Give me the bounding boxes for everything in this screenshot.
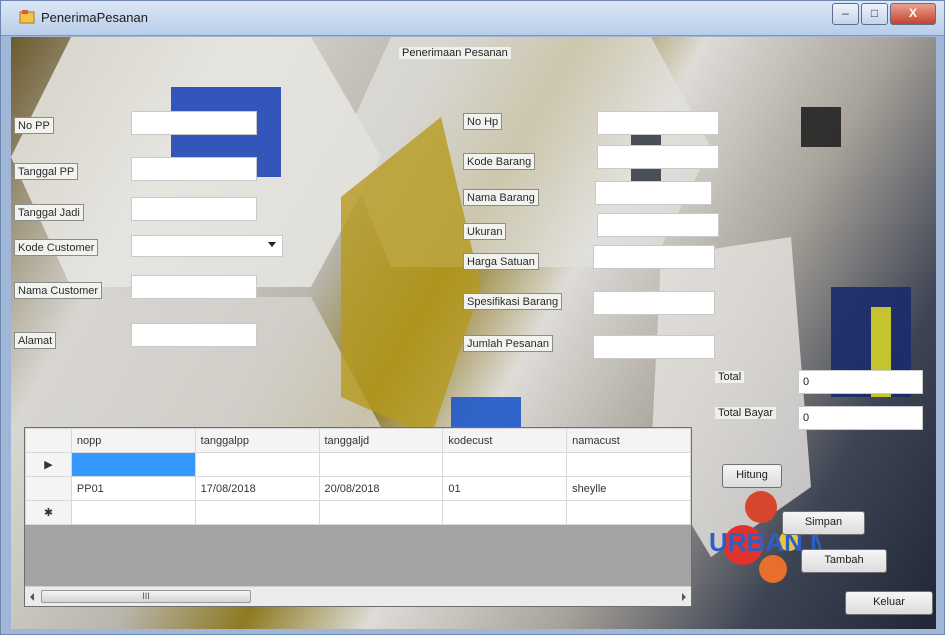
column-header[interactable]: namacust bbox=[566, 428, 691, 453]
grid-cell[interactable]: PP01 bbox=[70, 476, 196, 501]
form-caption: Penerimaan Pesanan bbox=[399, 47, 511, 59]
simpan-button[interactable]: Simpan bbox=[782, 511, 865, 535]
orders-data-grid[interactable]: nopp tanggalpp tanggaljd kodecust namacu… bbox=[24, 427, 692, 607]
table-row[interactable]: PP01 17/08/2018 20/08/2018 01 sheylle bbox=[25, 476, 691, 501]
tanggal-pp-input[interactable] bbox=[131, 157, 257, 181]
table-row[interactable]: ✱ bbox=[25, 500, 691, 525]
label-harga-satuan: Harga Satuan bbox=[463, 253, 539, 270]
grid-cell[interactable] bbox=[442, 500, 568, 525]
column-header[interactable]: tanggaljd bbox=[318, 428, 444, 453]
jumlah-pesanan-input[interactable] bbox=[593, 335, 715, 359]
horizontal-scrollbar[interactable]: III bbox=[25, 586, 691, 606]
label-no-hp: No Hp bbox=[463, 113, 503, 130]
grid-cell[interactable]: 17/08/2018 bbox=[194, 476, 320, 501]
orders-table: nopp tanggalpp tanggaljd kodecust namacu… bbox=[25, 428, 691, 525]
grid-cell[interactable] bbox=[194, 452, 320, 477]
alamat-input[interactable] bbox=[131, 323, 257, 347]
label-total: Total bbox=[715, 371, 745, 383]
grid-cell[interactable] bbox=[70, 452, 196, 477]
no-hp-input[interactable] bbox=[597, 111, 719, 135]
grid-cell[interactable] bbox=[318, 500, 444, 525]
column-header[interactable]: kodecust bbox=[442, 428, 568, 453]
harga-satuan-input[interactable] bbox=[593, 245, 715, 269]
column-header[interactable]: nopp bbox=[70, 428, 196, 453]
form-client-area: Penerimaan Pesanan No PP Tanggal PP Tang… bbox=[11, 37, 936, 629]
app-icon bbox=[19, 10, 35, 24]
label-total-bayar: Total Bayar bbox=[715, 407, 777, 419]
grid-cell[interactable] bbox=[442, 452, 568, 477]
window-title: PenerimaPesanan bbox=[41, 10, 148, 25]
urban-logo: URBAN MC bbox=[709, 491, 821, 583]
grid-cell[interactable] bbox=[566, 500, 691, 525]
scroll-right-arrow-icon[interactable] bbox=[682, 593, 686, 601]
label-jumlah-pesanan: Jumlah Pesanan bbox=[463, 335, 553, 352]
grid-cell[interactable]: sheylle bbox=[566, 476, 691, 501]
row-header[interactable] bbox=[25, 476, 72, 501]
nama-customer-input[interactable] bbox=[131, 275, 257, 299]
maximize-button[interactable]: □ bbox=[861, 3, 888, 25]
grid-cell[interactable] bbox=[566, 452, 691, 477]
scroll-left-arrow-icon[interactable] bbox=[30, 593, 34, 601]
label-kode-barang: Kode Barang bbox=[463, 153, 536, 170]
spesifikasi-barang-input[interactable] bbox=[593, 291, 715, 315]
total-bayar-input[interactable] bbox=[798, 406, 923, 430]
grid-cell[interactable]: 01 bbox=[442, 476, 568, 501]
label-tanggal-pp: Tanggal PP bbox=[14, 163, 79, 180]
close-button[interactable]: X bbox=[890, 3, 936, 25]
grid-cell[interactable]: 20/08/2018 bbox=[318, 476, 444, 501]
keluar-button[interactable]: Keluar bbox=[845, 591, 933, 615]
tanggal-jadi-input[interactable] bbox=[131, 197, 257, 221]
label-kode-customer: Kode Customer bbox=[14, 239, 99, 256]
title-bar[interactable]: PenerimaPesanan – □ X bbox=[1, 1, 944, 36]
new-row-asterisk-icon[interactable]: ✱ bbox=[25, 500, 72, 525]
app-window: PenerimaPesanan – □ X Penerimaan Pesanan… bbox=[0, 0, 945, 635]
label-nama-barang: Nama Barang bbox=[463, 189, 539, 206]
grid-header-row: nopp tanggalpp tanggaljd kodecust namacu… bbox=[25, 428, 691, 453]
total-input[interactable] bbox=[798, 370, 923, 394]
label-ukuran: Ukuran bbox=[463, 223, 507, 240]
row-header-corner bbox=[25, 428, 72, 453]
scrollbar-thumb[interactable]: III bbox=[41, 590, 251, 603]
no-pp-input[interactable] bbox=[131, 111, 257, 135]
label-alamat: Alamat bbox=[14, 332, 57, 349]
dropdown-arrow-icon[interactable] bbox=[268, 242, 276, 247]
nama-barang-input[interactable] bbox=[595, 181, 712, 205]
grid-cell[interactable] bbox=[194, 500, 320, 525]
table-row[interactable]: ▶ bbox=[25, 452, 691, 477]
tambah-button[interactable]: Tambah bbox=[801, 549, 887, 573]
current-row-arrow-icon[interactable]: ▶ bbox=[25, 452, 72, 477]
label-spesifikasi-barang: Spesifikasi Barang bbox=[463, 293, 563, 310]
label-no-pp: No PP bbox=[14, 117, 54, 134]
kode-customer-combobox[interactable] bbox=[131, 235, 283, 257]
minimize-button[interactable]: – bbox=[832, 3, 859, 25]
ukuran-input[interactable] bbox=[597, 213, 719, 237]
kode-barang-input[interactable] bbox=[597, 145, 719, 169]
label-nama-customer: Nama Customer bbox=[14, 282, 103, 299]
grid-cell[interactable] bbox=[70, 500, 196, 525]
hitung-button[interactable]: Hitung bbox=[722, 464, 782, 488]
grid-cell[interactable] bbox=[318, 452, 444, 477]
column-header[interactable]: tanggalpp bbox=[194, 428, 320, 453]
label-tanggal-jadi: Tanggal Jadi bbox=[14, 204, 84, 221]
